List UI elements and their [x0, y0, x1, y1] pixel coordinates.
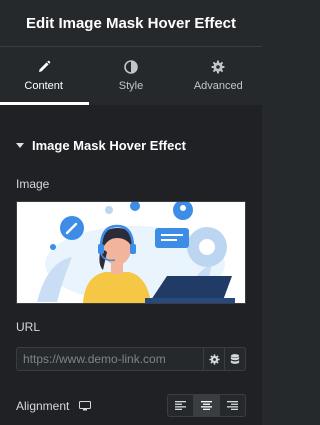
tabs-bar: Content Style Advanced	[0, 46, 262, 105]
tab-label: Advanced	[193, 80, 243, 92]
tab-label: Style	[118, 80, 144, 92]
section-title: Image Mask Hover Effect	[32, 137, 186, 153]
tab-content[interactable]: Content	[0, 47, 87, 105]
desktop-icon[interactable]	[79, 400, 92, 411]
alignment-label: Alignment	[16, 398, 70, 413]
gear-icon	[208, 353, 220, 365]
align-center-button[interactable]	[193, 394, 220, 417]
image-picker[interactable]	[16, 201, 246, 304]
url-label: URL	[16, 320, 41, 334]
pencil-icon	[38, 60, 50, 72]
align-right-icon	[227, 401, 238, 410]
tab-advanced[interactable]: Advanced	[175, 47, 262, 105]
caret-down-icon	[16, 142, 24, 148]
align-center-icon	[201, 401, 212, 410]
url-control	[16, 346, 246, 372]
illustration-image	[17, 202, 245, 303]
alignment-row: Alignment	[16, 394, 246, 417]
image-label: Image	[16, 177, 50, 191]
database-icon	[230, 353, 240, 364]
gear-icon	[211, 60, 225, 74]
url-input[interactable]	[16, 347, 204, 371]
tab-style[interactable]: Style	[87, 47, 174, 105]
section-header[interactable]: Image Mask Hover Effect	[0, 125, 262, 165]
url-options-button[interactable]	[204, 347, 225, 371]
align-left-button[interactable]	[167, 394, 194, 417]
alignment-choices	[167, 394, 246, 417]
panel-title: Edit Image Mask Hover Effect	[25, 14, 237, 32]
align-right-button[interactable]	[219, 394, 246, 417]
tab-label: Content	[24, 80, 63, 92]
align-left-icon	[175, 401, 186, 410]
half-circle-icon	[124, 60, 138, 74]
content-area: Image Mask Hover Effect Image URL https:…	[0, 105, 262, 425]
panel-header: Edit Image Mask Hover Effect	[0, 0, 262, 46]
dynamic-tags-button[interactable]	[225, 347, 246, 371]
